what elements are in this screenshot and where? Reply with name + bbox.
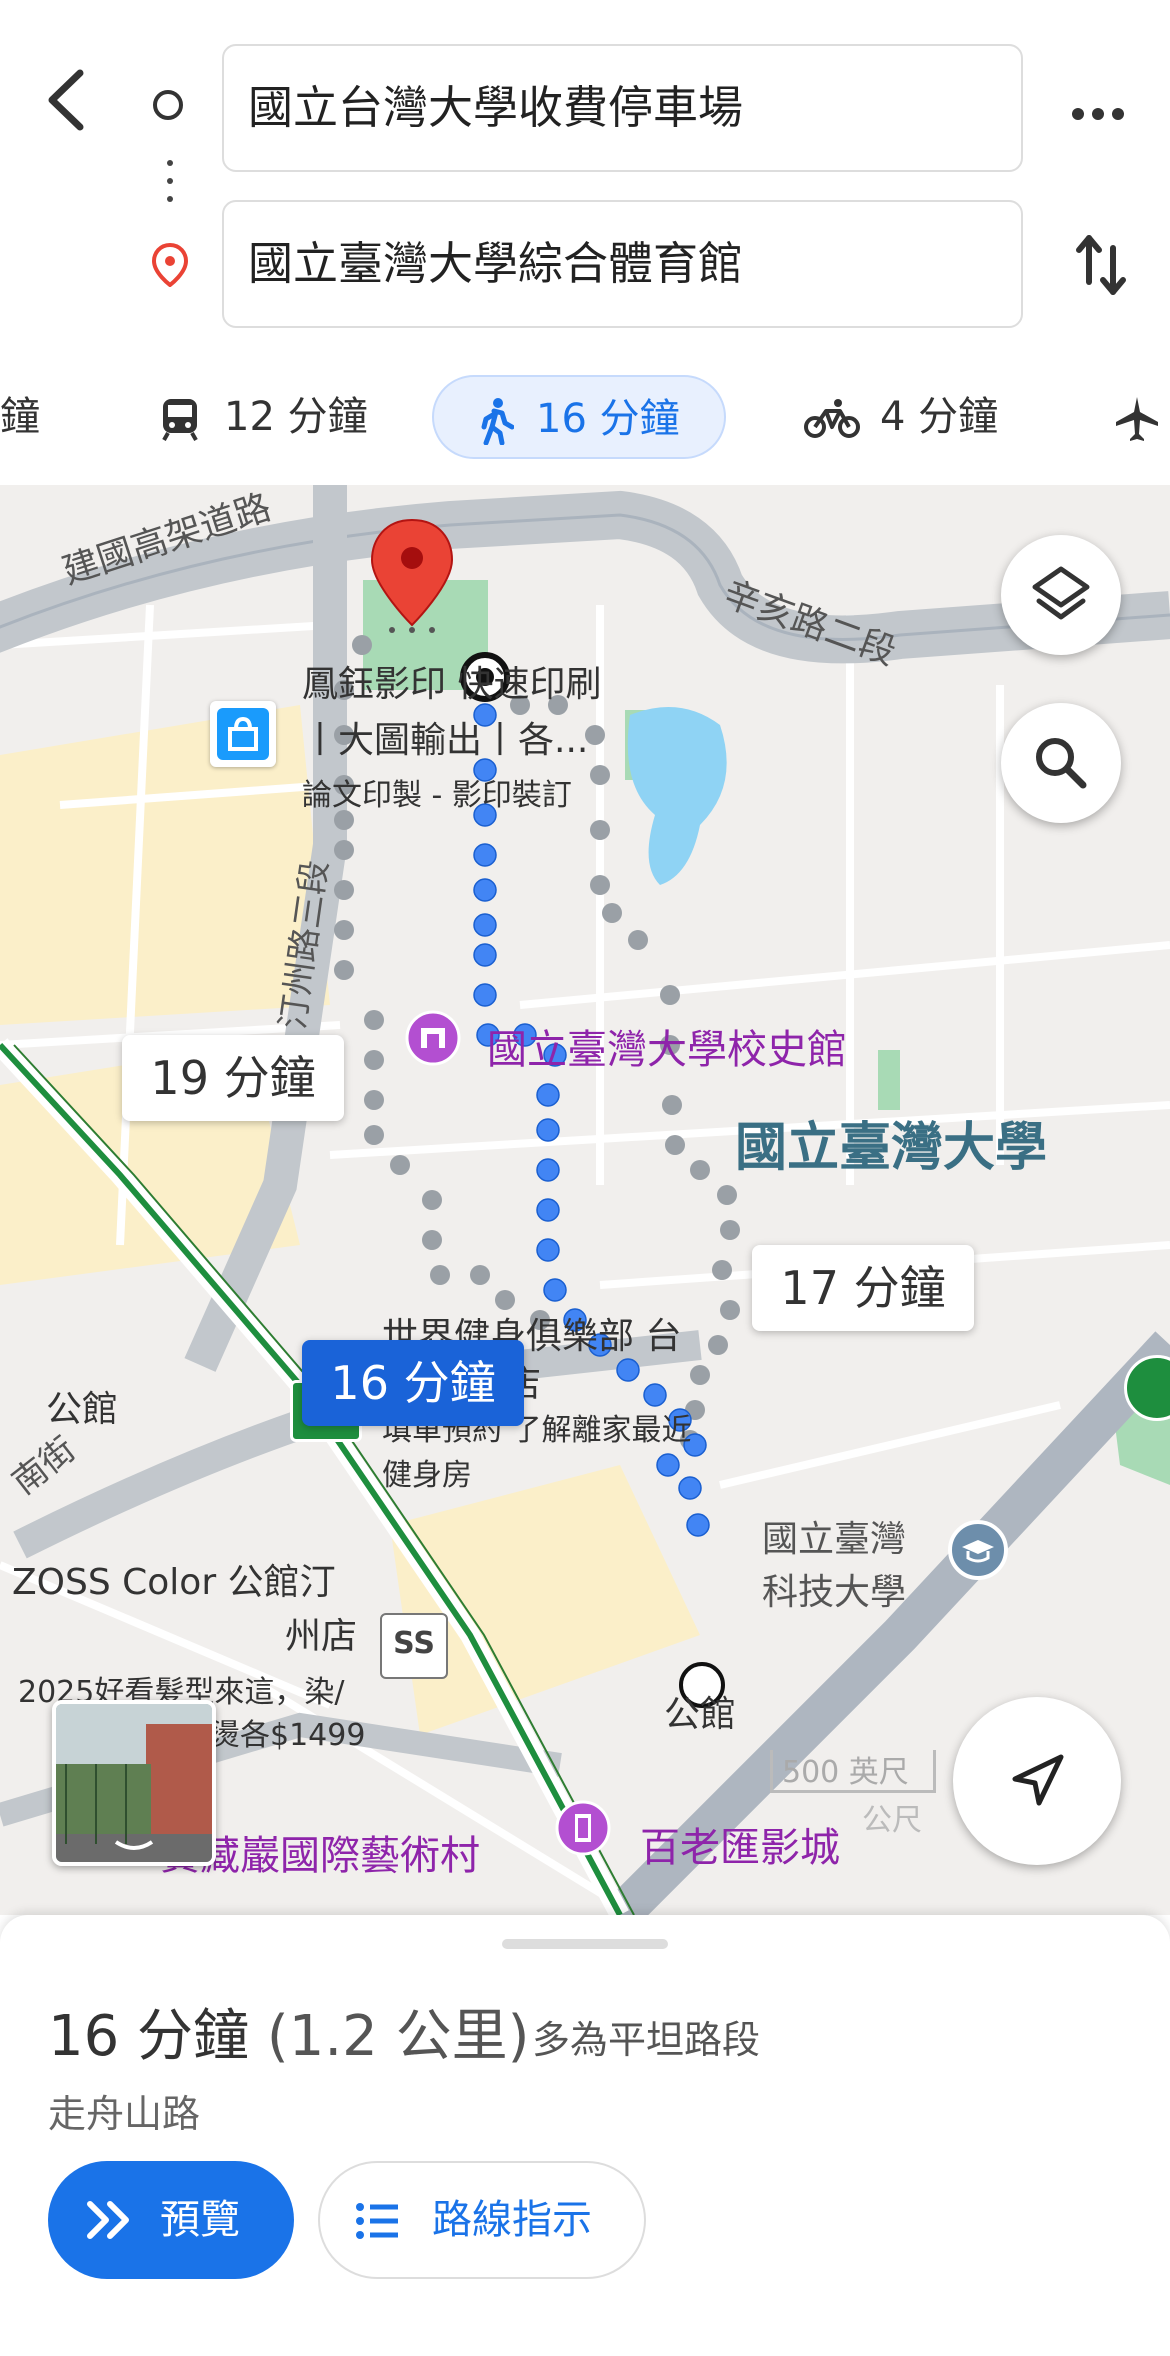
place-print-shop-line2[interactable]: 丨大圖輸出丨各...	[302, 711, 588, 763]
place-gym-line4: 健身房	[382, 1458, 472, 1493]
origin-circle-icon	[153, 90, 183, 120]
navigation-arrow-icon	[1012, 1754, 1064, 1806]
university-icon[interactable]	[948, 1520, 1008, 1580]
selected-route-time[interactable]: 16 分鐘	[302, 1340, 524, 1426]
store-logo-icon[interactable]: SS	[380, 1613, 448, 1679]
place-zoss-line1[interactable]: ZOSS Color 公館汀	[12, 1553, 336, 1605]
place-history-museum[interactable]: 國立臺灣大學校史館	[487, 1017, 847, 1075]
more-horizontal-icon[interactable]	[1070, 80, 1130, 120]
cinema-icon[interactable]	[555, 1800, 611, 1856]
origin-input[interactable]: 國立台灣大學收費停車場	[222, 44, 1023, 172]
navigation-button[interactable]	[953, 1697, 1121, 1865]
back-arrow-icon[interactable]	[40, 65, 100, 145]
place-print-shop-line1[interactable]: 鳳鈺影印 快速印刷	[302, 655, 601, 707]
route-duration: 16 分鐘	[48, 2004, 250, 2069]
directions-list-button[interactable]: 路線指示	[318, 2161, 646, 2279]
area-label-gongguan: 公館	[46, 1389, 119, 1430]
mode-transit[interactable]: 12 分鐘	[160, 375, 368, 459]
route-summary-title: 16 分鐘 (1.2 公里)	[48, 1991, 529, 2072]
route-distance: (1.2 公里)	[266, 2004, 530, 2069]
swap-vertical-icon[interactable]	[1075, 230, 1127, 300]
travel-mode-bar: 鐘 12 分鐘 16 分鐘 4 分鐘	[0, 375, 1170, 465]
place-ntust-line1[interactable]: 國立臺灣	[762, 1510, 906, 1562]
destination-input[interactable]: 國立臺灣大學綜合體育館	[222, 200, 1023, 328]
scale-imperial: 500 英尺	[782, 1755, 909, 1790]
search-button[interactable]	[1001, 703, 1121, 823]
alt-route-time-17[interactable]: 17 分鐘	[752, 1245, 974, 1331]
scale-metric: 公尺	[862, 1803, 922, 1838]
museum-icon[interactable]	[405, 1010, 461, 1066]
mode-bike[interactable]: 4 分鐘	[804, 375, 998, 459]
preview-label: 預覽	[160, 2197, 240, 2243]
route-via: 走舟山路	[48, 2092, 201, 2136]
destination-pin-icon	[151, 242, 189, 288]
sheet-drag-handle[interactable]	[502, 1939, 668, 1949]
flight-icon	[1116, 397, 1158, 441]
route-terrain-note: 多為平坦路段	[532, 2018, 761, 2062]
place-zoss-line2[interactable]: 州店	[285, 1607, 357, 1659]
directions-list-label: 路線指示	[432, 2197, 592, 2243]
area-label-gongguan-station: 公館	[664, 1694, 737, 1735]
street-view-thumbnail[interactable]	[52, 1700, 216, 1866]
bike-icon	[804, 399, 860, 438]
layers-icon	[1032, 566, 1090, 620]
transit-icon	[162, 399, 198, 441]
mode-flight[interactable]	[1112, 375, 1162, 459]
mode-walk[interactable]: 16 分鐘	[432, 375, 726, 459]
place-ntu[interactable]: 國立臺灣大學	[735, 1105, 1047, 1180]
place-ntust-line2[interactable]: 科技大學	[762, 1563, 906, 1615]
list-icon	[356, 2203, 398, 2239]
layers-button[interactable]	[1001, 535, 1121, 655]
double-chevron-icon	[87, 2201, 129, 2239]
place-print-shop-line3: 論文印製 - 影印裝訂	[302, 778, 572, 813]
place-cinema[interactable]: 百老匯影城	[640, 1815, 840, 1873]
mode-car[interactable]: 鐘	[0, 375, 40, 459]
shopping-bag-icon[interactable]	[210, 701, 276, 767]
place-zoss-line4: 燙各$1499	[210, 1718, 366, 1753]
alt-route-time-19[interactable]: 19 分鐘	[122, 1035, 344, 1121]
route-summary-sheet: 16 分鐘 (1.2 公里) 多為平坦路段 走舟山路 預覽 路線指示	[0, 1915, 1170, 2356]
directions-header: 國立台灣大學收費停車場 國立臺灣大學綜合體育館 鐘 12 分鐘 16 分鐘 4 …	[0, 0, 1170, 485]
preview-button[interactable]: 預覽	[48, 2161, 294, 2279]
search-icon	[1036, 738, 1087, 789]
route-dots-icon	[167, 160, 173, 215]
walk-icon	[481, 398, 515, 446]
